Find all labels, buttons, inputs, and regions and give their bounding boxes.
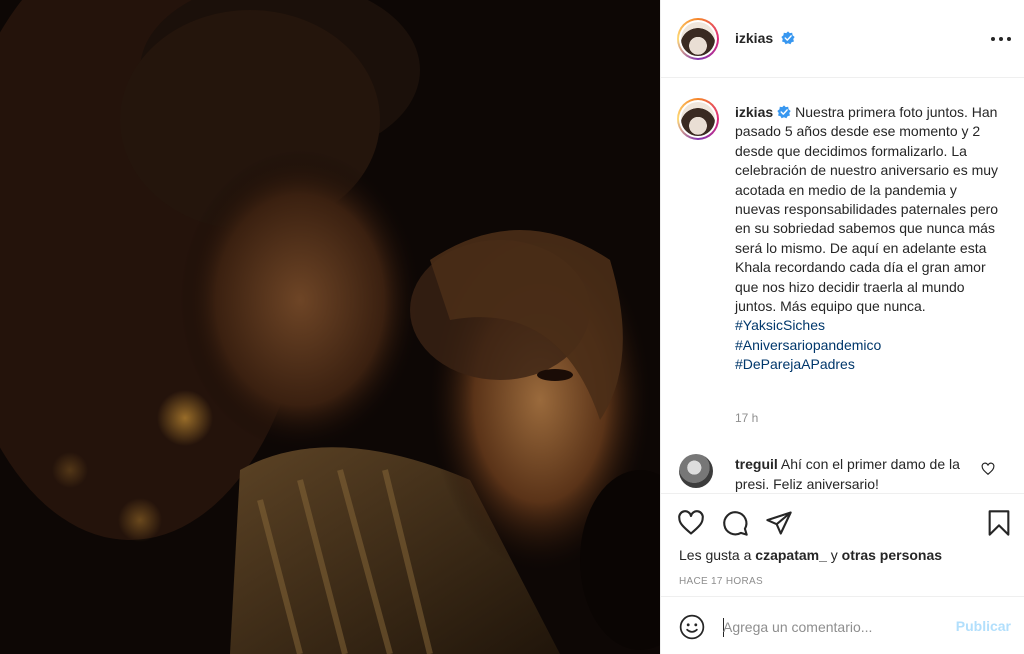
- likes-prefix: Les gusta a: [679, 547, 752, 563]
- verified-badge-icon: [781, 31, 795, 45]
- more-dots-icon: [991, 37, 995, 41]
- post-photo[interactable]: [0, 0, 660, 654]
- post-caption: izkias Nuestra primera foto juntos. Han p…: [735, 103, 1005, 375]
- hashtag-link[interactable]: #YaksicSiches: [735, 317, 825, 333]
- smiley-icon[interactable]: [679, 614, 705, 640]
- caption-text: Nuestra primera foto juntos. Han pasado …: [735, 104, 999, 315]
- hashtag-link[interactable]: #DeParejaAPadres: [735, 356, 855, 372]
- likes-others-link[interactable]: otras personas: [842, 547, 942, 563]
- comment-like-heart-icon[interactable]: [981, 462, 995, 476]
- post-details-panel: izkias izkias Nuestra primera foto juntos…: [660, 0, 1024, 654]
- bookmark-icon[interactable]: [985, 509, 1013, 537]
- verified-badge-icon: [777, 105, 791, 119]
- likes-user-link[interactable]: czapatam_: [755, 547, 827, 563]
- add-comment-bar: Publicar: [661, 598, 1024, 654]
- post-header: izkias: [661, 0, 1024, 78]
- caption-author-avatar[interactable]: [677, 98, 719, 140]
- comment-icon[interactable]: [721, 509, 749, 537]
- likes-conjunction: y: [830, 547, 838, 563]
- heart-icon[interactable]: [677, 509, 705, 537]
- comment-username[interactable]: treguil: [735, 456, 778, 472]
- hashtag-link[interactable]: #Aniversariopandemico: [735, 337, 881, 353]
- post-actions: Les gusta a czapatam_ y otras personas H…: [661, 493, 1024, 597]
- comment-input[interactable]: [723, 616, 933, 638]
- header-username[interactable]: izkias: [735, 30, 773, 46]
- publish-button[interactable]: Publicar: [956, 618, 1011, 634]
- caption-username[interactable]: izkias: [735, 104, 773, 120]
- post-timestamp[interactable]: HACE 17 HORAS: [679, 576, 763, 587]
- comment-item: treguil Ahí con el primer damo de la pre…: [735, 455, 985, 494]
- likes-summary: Les gusta a czapatam_ y otras personas: [679, 547, 942, 563]
- author-avatar[interactable]: [677, 18, 719, 60]
- more-options-button[interactable]: [991, 30, 1011, 48]
- caption-time[interactable]: 17 h: [735, 411, 758, 425]
- couple-photo-image: [0, 0, 660, 654]
- commenter-avatar[interactable]: [679, 454, 713, 488]
- paper-plane-icon[interactable]: [765, 509, 793, 537]
